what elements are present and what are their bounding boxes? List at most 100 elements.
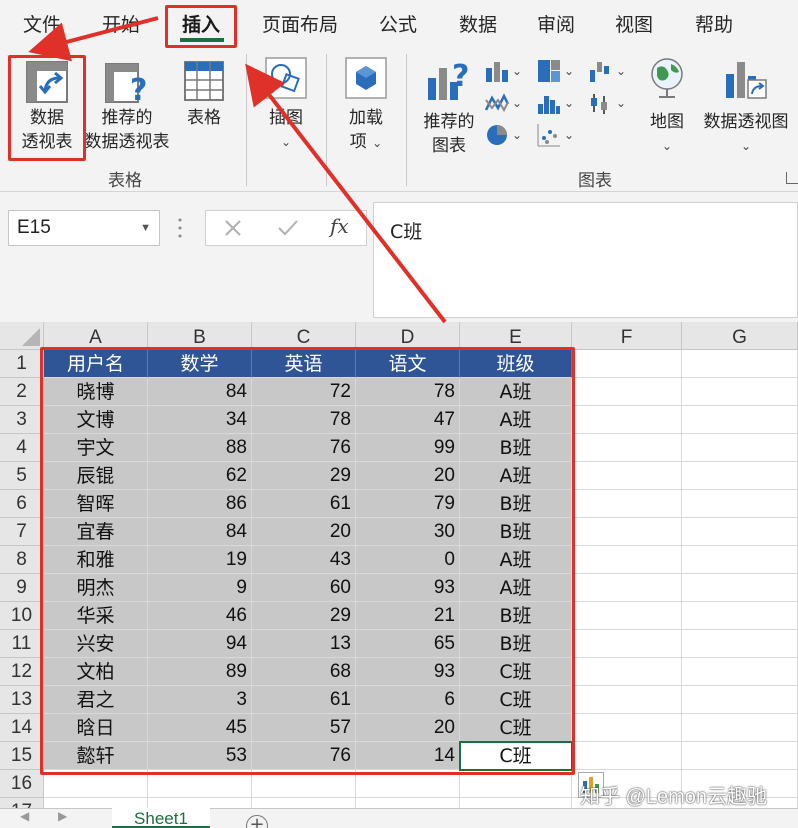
grid-cell[interactable] <box>572 406 682 434</box>
combo-chart-button[interactable]: ⌄ <box>588 90 628 118</box>
grid-cell[interactable] <box>682 686 798 714</box>
grid-cell[interactable] <box>460 798 572 808</box>
grid-cell[interactable] <box>44 798 148 808</box>
grid-cell[interactable] <box>572 518 682 546</box>
grid-cell[interactable] <box>682 630 798 658</box>
highlight-data-range <box>40 347 575 775</box>
row-header-2[interactable]: 2 <box>0 378 44 406</box>
row-header-9[interactable]: 9 <box>0 574 44 602</box>
grid-cell[interactable] <box>572 742 682 770</box>
pivot-chart-button[interactable]: 数据透视图 ⌄ <box>698 54 794 164</box>
addins-button[interactable]: 加载 项 ⌄ <box>336 54 396 164</box>
row-header-17[interactable]: 17 <box>0 798 44 808</box>
line-chart-button[interactable]: ⌄ <box>484 90 524 118</box>
row-header-6[interactable]: 6 <box>0 490 44 518</box>
grid-cell[interactable] <box>682 602 798 630</box>
hierarchy-chart-button[interactable]: ⌄ <box>536 58 576 86</box>
scroll-left-icon[interactable]: ◀ <box>20 809 29 823</box>
row-header-11[interactable]: 11 <box>0 630 44 658</box>
row-header-12[interactable]: 12 <box>0 658 44 686</box>
sheet-tab-sheet1[interactable]: Sheet1 <box>112 808 210 828</box>
add-sheet-icon[interactable]: + <box>246 815 268 828</box>
grid-cell[interactable] <box>252 798 356 808</box>
grid-cell[interactable] <box>572 714 682 742</box>
grid-cell[interactable] <box>148 798 252 808</box>
grid-cell[interactable] <box>572 658 682 686</box>
menu-data[interactable]: 数据 <box>448 0 508 48</box>
menu-help[interactable]: 帮助 <box>684 0 744 48</box>
grid-cell[interactable] <box>572 462 682 490</box>
pie-chart-button[interactable]: ⌄ <box>484 122 524 150</box>
menu-formulas[interactable]: 公式 <box>368 0 428 48</box>
name-box-dropdown-icon[interactable]: ▼ <box>140 211 151 245</box>
row-header-10[interactable]: 10 <box>0 602 44 630</box>
grid-cell[interactable] <box>572 546 682 574</box>
insert-function-icon[interactable]: fx <box>330 214 349 238</box>
column-header-d[interactable]: D <box>356 322 460 350</box>
chevron-down-icon: ⌄ <box>512 96 523 110</box>
row-header-13[interactable]: 13 <box>0 686 44 714</box>
dialog-launcher-icon[interactable] <box>786 172 798 184</box>
waterfall-chart-button[interactable]: ⌄ <box>588 58 628 86</box>
menu-file[interactable]: 文件 <box>12 0 72 48</box>
grid-cell[interactable] <box>682 518 798 546</box>
grid-cell[interactable] <box>356 798 460 808</box>
column-header-c[interactable]: C <box>252 322 356 350</box>
row-header-4[interactable]: 4 <box>0 434 44 462</box>
table-button[interactable]: 表格 <box>176 58 232 162</box>
grid-cell[interactable] <box>572 630 682 658</box>
grid-cell[interactable] <box>572 686 682 714</box>
grid-cell[interactable] <box>572 602 682 630</box>
grid-cell[interactable] <box>682 574 798 602</box>
column-header-b[interactable]: B <box>148 322 252 350</box>
select-all-corner[interactable] <box>0 322 44 350</box>
grid-cell[interactable] <box>572 490 682 518</box>
illustrations-icon <box>265 57 307 99</box>
statistic-chart-button[interactable]: ⌄ <box>536 90 576 118</box>
scroll-right-icon[interactable]: ▶ <box>58 809 67 823</box>
row-header-3[interactable]: 3 <box>0 406 44 434</box>
name-box[interactable]: E15 ▼ <box>8 210 160 246</box>
row-header-15[interactable]: 15 <box>0 742 44 770</box>
grid-cell[interactable] <box>682 490 798 518</box>
grid-cell[interactable] <box>572 378 682 406</box>
row-header-5[interactable]: 5 <box>0 462 44 490</box>
group-separator <box>406 54 407 186</box>
grid-cell[interactable] <box>682 462 798 490</box>
row-header-14[interactable]: 14 <box>0 714 44 742</box>
grid-cell[interactable] <box>682 434 798 462</box>
grid-cell[interactable] <box>572 350 682 378</box>
grid-cell[interactable] <box>682 406 798 434</box>
row-header-16[interactable]: 16 <box>0 770 44 798</box>
row-header-7[interactable]: 7 <box>0 518 44 546</box>
menu-review[interactable]: 审阅 <box>526 0 586 48</box>
grid-cell[interactable] <box>572 434 682 462</box>
menu-page-layout[interactable]: 页面布局 <box>252 0 348 48</box>
formula-input[interactable]: C班 <box>373 202 798 318</box>
column-header-g[interactable]: G <box>682 322 798 350</box>
grid-cell[interactable] <box>682 742 798 770</box>
map-button[interactable]: 地图 ⌄ <box>640 54 694 164</box>
grid-cell[interactable] <box>572 574 682 602</box>
column-header-f[interactable]: F <box>572 322 682 350</box>
cancel-icon[interactable] <box>222 217 244 239</box>
drag-handle-icon[interactable] <box>178 216 182 240</box>
grid-cell[interactable] <box>682 658 798 686</box>
menu-view[interactable]: 视图 <box>604 0 664 48</box>
watermark: 知乎 @Lemon云趣驰 <box>580 786 768 808</box>
menu-home[interactable]: 开始 <box>90 0 152 48</box>
grid-cell[interactable] <box>682 546 798 574</box>
recommended-charts-button[interactable]: ? 推荐的 图表 <box>416 54 482 164</box>
grid-cell[interactable] <box>682 714 798 742</box>
illustrations-button[interactable]: 插图 ⌄ <box>258 54 314 164</box>
column-header-a[interactable]: A <box>44 322 148 350</box>
grid-cell[interactable] <box>682 350 798 378</box>
grid-cell[interactable] <box>682 378 798 406</box>
scatter-chart-button[interactable]: ⌄ <box>536 122 576 150</box>
column-chart-button[interactable]: ⌄ <box>484 58 524 86</box>
recommended-pivot-button[interactable]: ? 推荐的 数据透视表 <box>80 58 174 162</box>
column-header-e[interactable]: E <box>460 322 572 350</box>
enter-check-icon[interactable] <box>276 217 300 239</box>
row-header-8[interactable]: 8 <box>0 546 44 574</box>
row-header-1[interactable]: 1 <box>0 350 44 378</box>
